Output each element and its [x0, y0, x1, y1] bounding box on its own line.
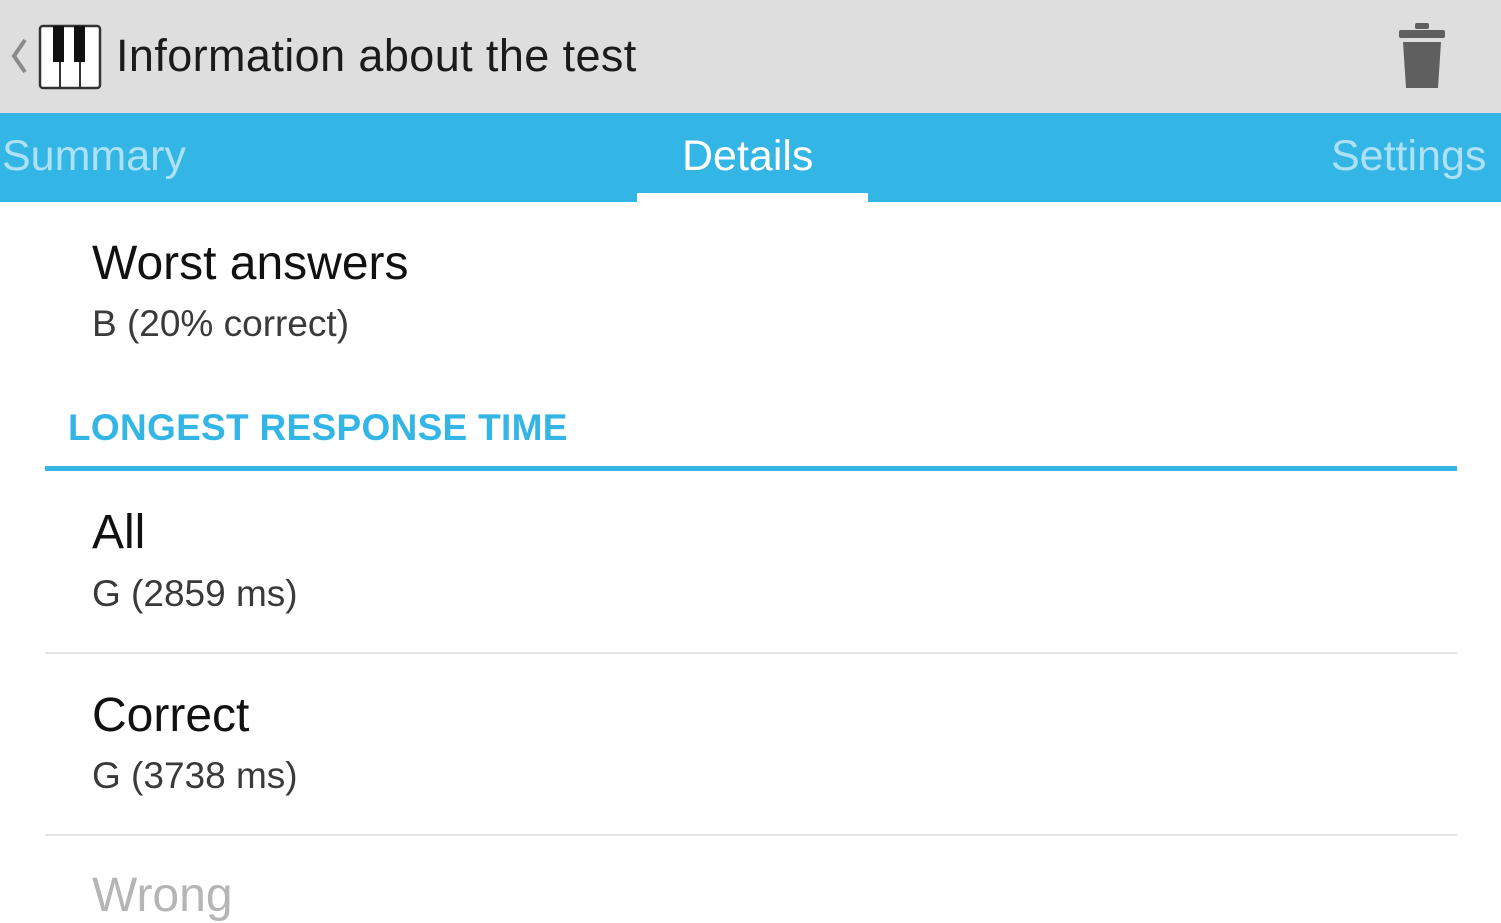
section-header-longest-response-time: LONGEST RESPONSE TIME: [68, 407, 568, 448]
list-item-title: Wrong: [92, 869, 233, 922]
section-divider: [45, 466, 1457, 471]
worst-answers-title: Worst answers: [92, 237, 409, 290]
list-divider: [45, 834, 1457, 836]
piano-keys-icon[interactable]: [38, 24, 102, 90]
list-item-value: G (2859 ms): [92, 573, 298, 614]
tab-summary[interactable]: Summary: [2, 132, 186, 181]
trash-icon[interactable]: [1396, 22, 1448, 90]
selected-tab-indicator: [637, 193, 868, 202]
list-divider: [45, 652, 1457, 654]
tab-details[interactable]: Details: [682, 132, 813, 181]
list-item-title: Correct: [92, 689, 250, 742]
worst-answers-value: B (20% correct): [92, 303, 350, 344]
page-title: Information about the test: [116, 30, 637, 81]
tab-settings[interactable]: Settings: [1331, 132, 1486, 181]
chevron-left-icon[interactable]: [8, 34, 30, 78]
list-item-title: All: [92, 506, 146, 559]
list-item-value: G (3738 ms): [92, 755, 298, 796]
action-bar: Information about the test: [0, 0, 1501, 113]
